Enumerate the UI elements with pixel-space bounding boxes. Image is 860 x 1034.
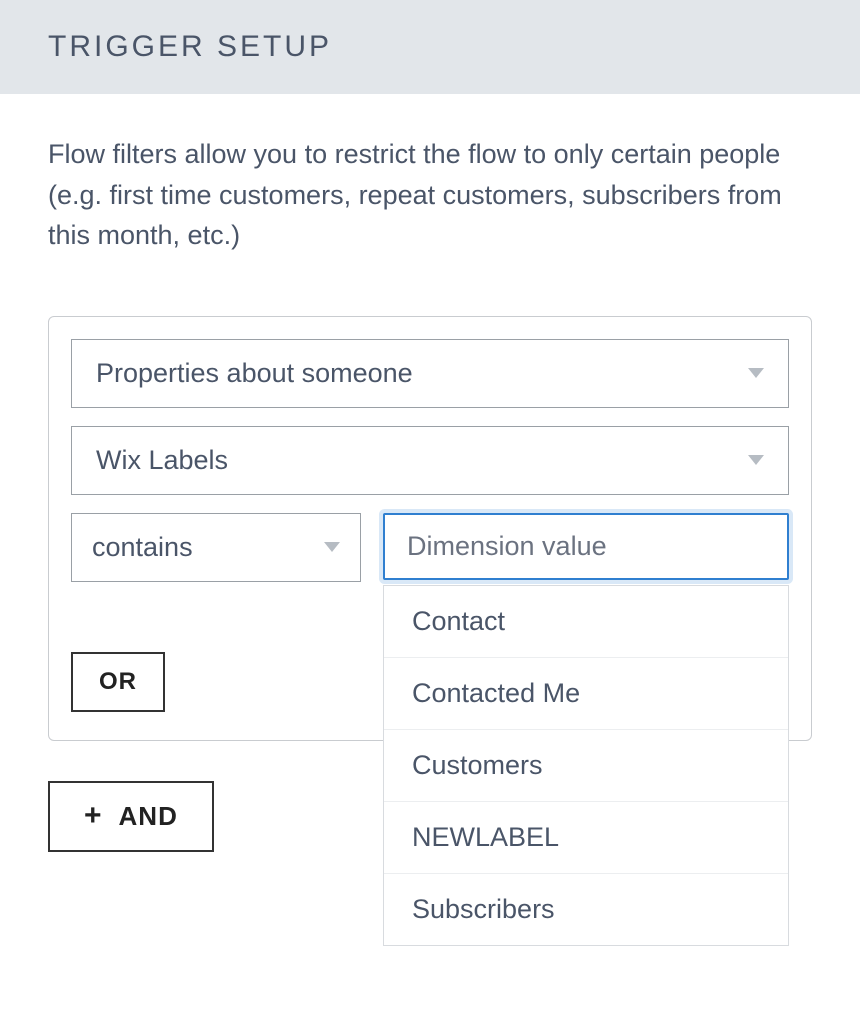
- filter-group: Properties about someone Wix Labels cont…: [48, 316, 812, 741]
- chevron-down-icon: [748, 455, 764, 465]
- condition-type-label: Properties about someone: [96, 358, 413, 389]
- or-button-label: OR: [99, 668, 137, 695]
- operator-select[interactable]: contains: [71, 513, 361, 582]
- panel-header: TRIGGER SETUP: [0, 0, 860, 94]
- value-option[interactable]: NEWLABEL: [384, 802, 788, 874]
- value-dropdown: Contact Contacted Me Customers NEWLABEL …: [383, 585, 789, 946]
- value-combobox: Contact Contacted Me Customers NEWLABEL …: [383, 513, 789, 580]
- property-label: Wix Labels: [96, 445, 228, 476]
- chevron-down-icon: [748, 368, 764, 378]
- operator-label: contains: [92, 532, 193, 563]
- and-button[interactable]: + AND: [48, 781, 214, 852]
- or-button[interactable]: OR: [71, 652, 165, 712]
- value-option[interactable]: Contacted Me: [384, 658, 788, 730]
- value-option[interactable]: Subscribers: [384, 874, 788, 945]
- dimension-value-input[interactable]: [383, 513, 789, 580]
- value-option[interactable]: Contact: [384, 586, 788, 658]
- plus-icon: +: [84, 801, 103, 831]
- property-select[interactable]: Wix Labels: [71, 426, 789, 495]
- and-button-label: AND: [119, 801, 178, 832]
- chevron-down-icon: [324, 542, 340, 552]
- panel-title: TRIGGER SETUP: [48, 30, 812, 64]
- condition-type-select[interactable]: Properties about someone: [71, 339, 789, 408]
- value-option[interactable]: Customers: [384, 730, 788, 802]
- filter-description: Flow filters allow you to restrict the f…: [0, 134, 860, 256]
